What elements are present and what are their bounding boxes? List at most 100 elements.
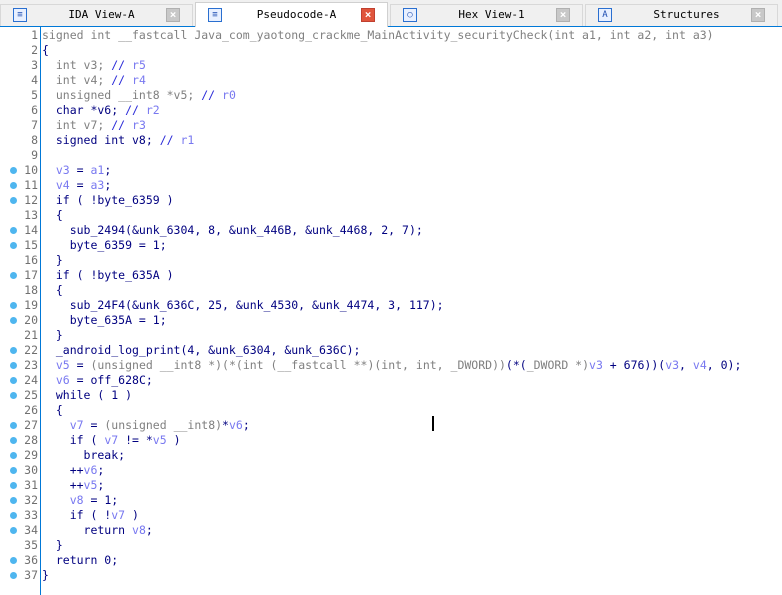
code-token: ++ [42,478,84,492]
breakpoint-dot-icon[interactable] [10,182,17,189]
code-token: while ( 1 ) [42,388,133,402]
code-line[interactable]: 6 char *v6; // r2 [0,103,782,118]
code-line[interactable]: 14 sub_2494(&unk_6304, 8, &unk_446B, &un… [0,223,782,238]
breakpoint-dot-icon[interactable] [10,452,17,459]
code-line[interactable]: 2{ [0,43,782,58]
code-text: } [42,568,49,583]
breakpoint-dot-icon[interactable] [10,167,17,174]
code-line[interactable]: 35 } [0,538,782,553]
code-text: int v3; // r5 [42,58,146,73]
code-line[interactable]: 34 return v8; [0,523,782,538]
code-line[interactable]: 28 if ( v7 != *v5 ) [0,433,782,448]
code-line[interactable]: 15 byte_6359 = 1; [0,238,782,253]
code-line[interactable]: 4 int v4; // r4 [0,73,782,88]
breakpoint-dot-icon[interactable] [10,197,17,204]
code-line[interactable]: 10 v3 = a1; [0,163,782,178]
line-number: 8 [31,133,38,147]
tab-label: Structures [653,8,720,21]
tab-structures[interactable]: A Structures × [585,4,778,26]
line-number: 1 [31,28,38,42]
tab-pseudocode-a[interactable]: ≡ Pseudocode-A × [195,2,388,27]
breakpoint-dot-icon[interactable] [10,227,17,234]
line-number: 12 [24,193,38,207]
code-line[interactable]: 37} [0,568,782,583]
line-number: 30 [24,463,38,477]
code-line[interactable]: 3 int v3; // r5 [0,58,782,73]
code-token: ; [104,163,112,177]
breakpoint-dot-icon[interactable] [10,272,17,279]
breakpoint-dot-icon[interactable] [10,437,17,444]
code-token: ++ [42,463,84,477]
breakpoint-dot-icon[interactable] [10,527,17,534]
code-line[interactable]: 23 v5 = (unsigned __int8 *)(*(int (__fas… [0,358,782,373]
variable-token: r0 [222,88,236,102]
close-icon[interactable]: × [751,8,765,22]
code-line[interactable]: 16 } [0,253,782,268]
line-number: 23 [24,358,38,372]
code-line[interactable]: 17 if ( !byte_635A ) [0,268,782,283]
code-line[interactable]: 13 { [0,208,782,223]
code-line[interactable]: 21 } [0,328,782,343]
code-token: = [69,163,91,177]
code-line[interactable]: 12 if ( !byte_6359 ) [0,193,782,208]
code-line[interactable]: 19 sub_24F4(&unk_636C, 25, &unk_4530, &u… [0,298,782,313]
breakpoint-dot-icon[interactable] [10,377,17,384]
breakpoint-dot-icon[interactable] [10,512,17,519]
close-icon[interactable]: × [361,8,375,22]
breakpoint-dot-icon[interactable] [10,242,17,249]
code-line[interactable]: 7 int v7; // r3 [0,118,782,133]
code-token: int v3; [42,58,112,72]
code-line[interactable]: 36 return 0; [0,553,782,568]
code-line[interactable]: 32 v8 = 1; [0,493,782,508]
code-line[interactable]: 33 if ( !v7 ) [0,508,782,523]
breakpoint-dot-icon[interactable] [10,467,17,474]
pseudocode-view[interactable]: 1 signed int __fastcall Java_com_yaotong_… [0,27,782,595]
code-line[interactable]: 29 break; [0,448,782,463]
variable-token: v7 [69,418,84,432]
tab-ida-view-a[interactable]: ≡ IDA View-A × [0,4,193,26]
line-number: 5 [31,88,38,102]
breakpoint-dot-icon[interactable] [10,317,17,324]
code-text: if ( !byte_635A ) [42,268,174,283]
variable-token: v6 [55,373,70,387]
breakpoint-dot-icon[interactable] [10,557,17,564]
breakpoint-dot-icon[interactable] [10,497,17,504]
breakpoint-dot-icon[interactable] [10,392,17,399]
code-line[interactable]: 8 signed int v8; // r1 [0,133,782,148]
code-token: unsigned __int8 *v5; [42,88,202,102]
code-line[interactable]: 9 [0,148,782,163]
code-line[interactable]: 26 { [0,403,782,418]
code-line[interactable]: 27 v7 = (unsigned __int8)*v6; [0,418,782,433]
code-line[interactable]: 30 ++v6; [0,463,782,478]
breakpoint-dot-icon[interactable] [10,422,17,429]
code-text: v5 = (unsigned __int8 *)(*(int (__fastca… [42,358,742,373]
breakpoint-dot-icon[interactable] [10,362,17,369]
code-line[interactable]: 11 v4 = a3; [0,178,782,193]
code-token: ; [104,178,112,192]
code-line[interactable]: 25 while ( 1 ) [0,388,782,403]
code-line[interactable]: 20 byte_635A = 1; [0,313,782,328]
code-line[interactable]: 18 { [0,283,782,298]
breakpoint-dot-icon[interactable] [10,482,17,489]
line-number: 31 [24,478,38,492]
variable-token: v4 [692,358,707,372]
line-number: 27 [24,418,38,432]
tab-label: Hex View-1 [458,8,525,21]
breakpoint-dot-icon[interactable] [10,572,17,579]
breakpoint-dot-icon[interactable] [10,302,17,309]
code-line[interactable]: 1 signed int __fastcall Java_com_yaotong_… [0,28,782,43]
breakpoint-dot-icon[interactable] [10,347,17,354]
ida-view-icon: ≡ [13,8,27,22]
close-icon[interactable]: × [166,8,180,22]
code-line[interactable]: 22 _android_log_print(4, &unk_6304, &unk… [0,343,782,358]
code-token: , [679,358,693,372]
tab-hex-view-1[interactable]: ○ Hex View-1 × [390,4,583,26]
code-line[interactable]: 31 ++v5; [0,478,782,493]
code-line[interactable]: 5 unsigned __int8 *v5; // r0 [0,88,782,103]
code-line[interactable]: 24 v6 = off_628C; [0,373,782,388]
code-text: return 0; [42,553,118,568]
variable-token: a1 [90,163,105,177]
close-icon[interactable]: × [556,8,570,22]
code-text: sub_2494(&unk_6304, 8, &unk_446B, &unk_4… [42,223,423,238]
